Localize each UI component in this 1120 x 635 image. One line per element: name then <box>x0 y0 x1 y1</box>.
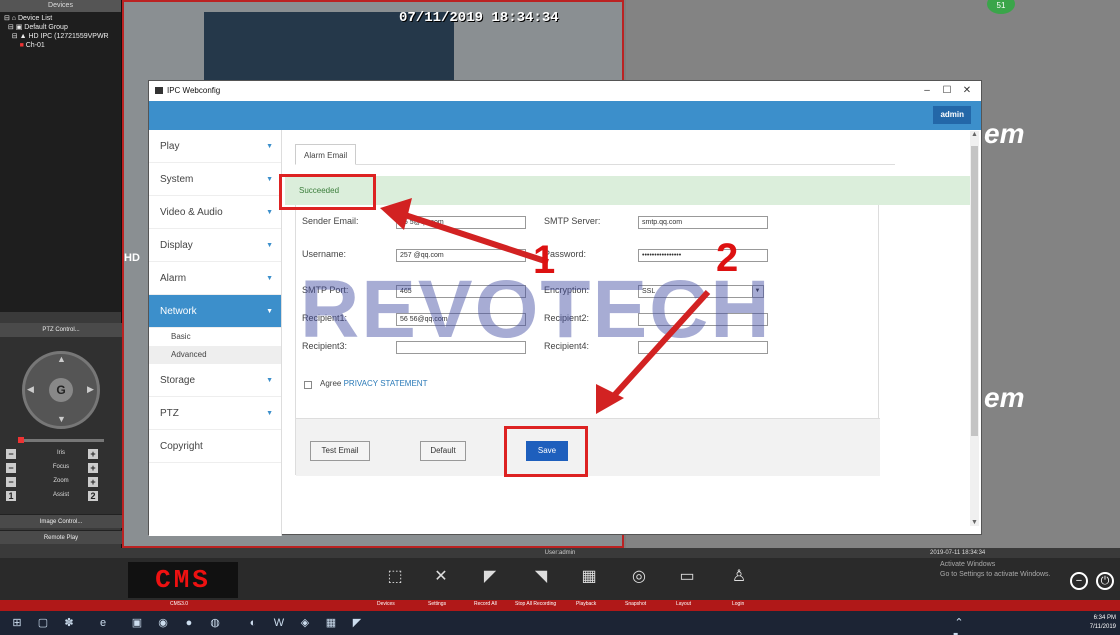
layout-icon[interactable]: ▭ <box>676 566 698 588</box>
playback-icon[interactable]: ▦ <box>578 566 600 588</box>
app-icon-4[interactable]: ◍ <box>208 616 222 630</box>
annotation-arrowhead-1 <box>380 198 412 230</box>
annotation-number-1: 1 <box>533 238 556 282</box>
edge-icon[interactable]: e <box>96 616 110 630</box>
activate-line-1: Activate Windows <box>940 561 996 568</box>
app-icon-5[interactable]: ◈ <box>298 616 312 630</box>
cms-version: CMS3.0 <box>170 601 189 607</box>
app-icon-3[interactable]: ● <box>182 616 196 630</box>
cms-logo: CMS <box>128 562 238 598</box>
settings-icon[interactable]: ✕ <box>430 566 452 588</box>
annotation-number-2: 2 <box>716 236 739 280</box>
system-tray-icons[interactable]: ⌃ ▮ · ◉ ♪ <box>952 616 966 635</box>
status-time: 2019-07-11 18:34:34 <box>930 550 986 556</box>
annotation-arrow-1 <box>401 211 549 265</box>
taskbar-clock[interactable]: 6:34 PM 7/11/2019 <box>1090 614 1116 632</box>
app-icon-1[interactable]: ✽ <box>62 616 76 630</box>
firefox-icon[interactable]: ◐ <box>246 616 260 630</box>
toolbar-label-snapshot[interactable]: Snapshot <box>625 601 646 607</box>
start-icon[interactable]: ⊞ <box>10 616 24 630</box>
activate-line-2: Go to Settings to activate Windows. <box>940 571 1051 578</box>
stop-all-recording-icon[interactable]: ◥ <box>530 566 552 588</box>
toolbar-label-login[interactable]: Login <box>732 601 744 607</box>
desktop: Devices ⊟ ⌂ Device List ⊟ ▣ Default Grou… <box>0 0 1120 635</box>
cms-taskbar-icon[interactable]: ◤ <box>350 616 364 630</box>
app-icon-6[interactable]: ▦ <box>324 616 338 630</box>
activate-windows-notice: Activate Windows Go to Settings to activ… <box>940 560 1051 580</box>
toolbar-label-playback[interactable]: Playback <box>576 601 596 607</box>
word-icon[interactable]: W <box>272 616 286 630</box>
annotation-arrow-2 <box>607 289 711 403</box>
cms-status-strip: User:admin 2019-07-11 18:34:34 <box>0 548 1120 558</box>
chrome-icon[interactable]: ◉ <box>156 616 170 630</box>
annotation-arrows <box>380 198 711 414</box>
minimize-circle-icon[interactable]: − <box>1070 572 1088 590</box>
task-view-icon[interactable]: ▢ <box>36 616 50 630</box>
toolbar-label-devices[interactable]: Devices <box>377 601 395 607</box>
toolbar-label-strip: CMS3.0 Devices Settings Record All Stop … <box>0 600 1120 611</box>
status-user: User:admin <box>544 550 576 556</box>
app-icon-2[interactable]: ▣ <box>130 616 144 630</box>
toolbar-label-stop-all-recording[interactable]: Stop All Recording <box>515 601 556 607</box>
clock-date: 7/11/2019 <box>1089 624 1116 630</box>
power-icon[interactable]: ⏻ <box>1096 572 1114 590</box>
snapshot-icon[interactable]: ◎ <box>628 566 650 588</box>
clock-time: 6:34 PM <box>1093 615 1116 621</box>
login-icon[interactable]: ♙ <box>728 566 750 588</box>
record-all-icon[interactable]: ◤ <box>479 566 501 588</box>
windows-taskbar: ⊞ ▢ ✽ e ▣ ◉ ● ◍ ◐ W ◈ ▦ ◤ ⌃ ▮ · ◉ ♪ 6:34… <box>0 611 1120 635</box>
toolbar-label-settings[interactable]: Settings <box>428 601 446 607</box>
toolbar-label-record-all[interactable]: Record All <box>474 601 497 607</box>
devices-icon[interactable]: ⬚ <box>384 566 406 588</box>
toolbar-label-layout[interactable]: Layout <box>676 601 691 607</box>
